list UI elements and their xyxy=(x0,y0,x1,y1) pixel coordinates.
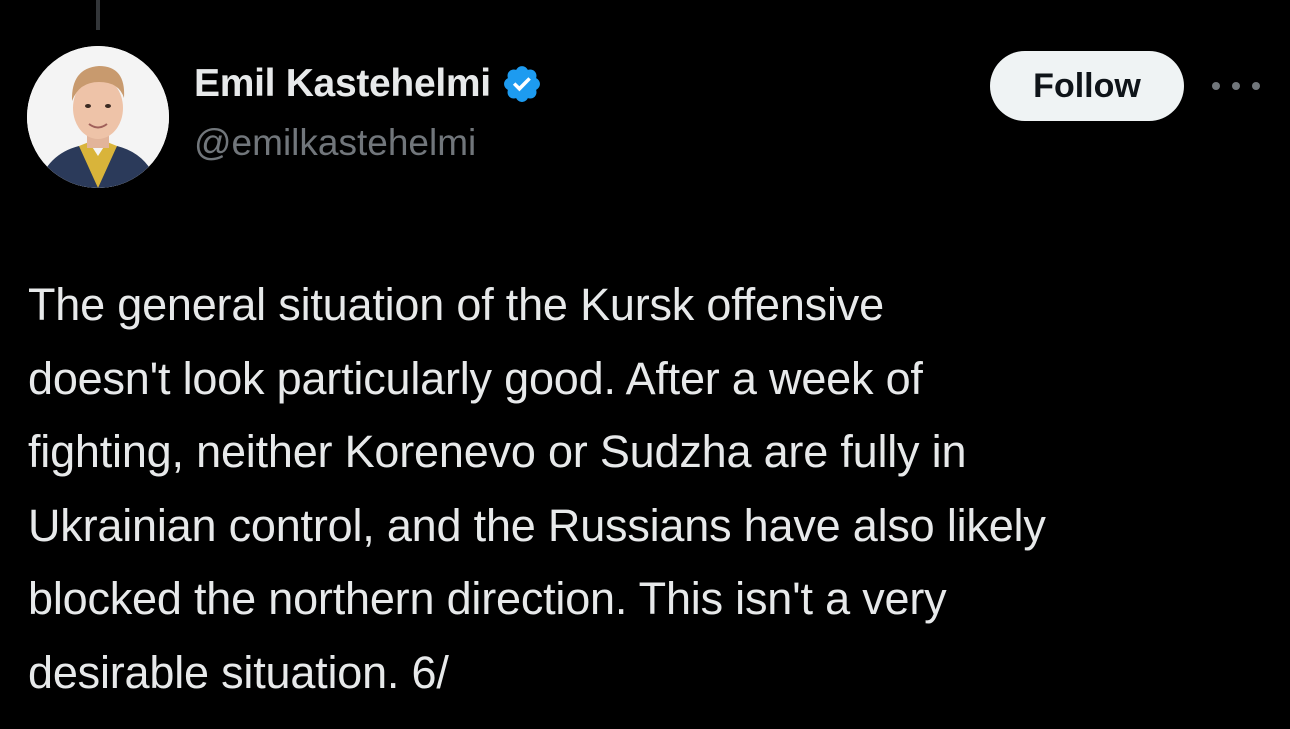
author-display-name[interactable]: Emil Kastehelmi xyxy=(194,62,491,106)
tweet-text-line: desirable situation. 6/ xyxy=(28,646,449,698)
tweet-text-line: Ukrainian control, and the Russians have… xyxy=(28,499,1046,551)
more-dot xyxy=(1232,82,1240,90)
avatar[interactable] xyxy=(27,46,169,188)
follow-button[interactable]: Follow xyxy=(990,51,1184,121)
avatar-image xyxy=(27,46,169,188)
author-name-row: Emil Kastehelmi xyxy=(194,62,543,106)
tweet-text-line: blocked the northern direction. This isn… xyxy=(28,573,947,624)
thread-connector-line xyxy=(96,0,100,30)
verified-badge-icon xyxy=(503,66,540,102)
tweet-text-line: fighting, neither Korenevo or Sudzha are… xyxy=(28,426,967,477)
author-handle[interactable]: @emilkastehelmi xyxy=(194,122,476,164)
tweet-text: The general situation of the Kursk offen… xyxy=(28,268,1278,709)
tweet-text-line: The general situation of the Kursk offen… xyxy=(28,279,884,330)
more-dot xyxy=(1212,82,1220,90)
more-dot xyxy=(1252,82,1260,90)
tweet-text-line: doesn't look particularly good. After a … xyxy=(28,352,923,404)
more-horizontal-icon[interactable] xyxy=(1212,74,1260,98)
